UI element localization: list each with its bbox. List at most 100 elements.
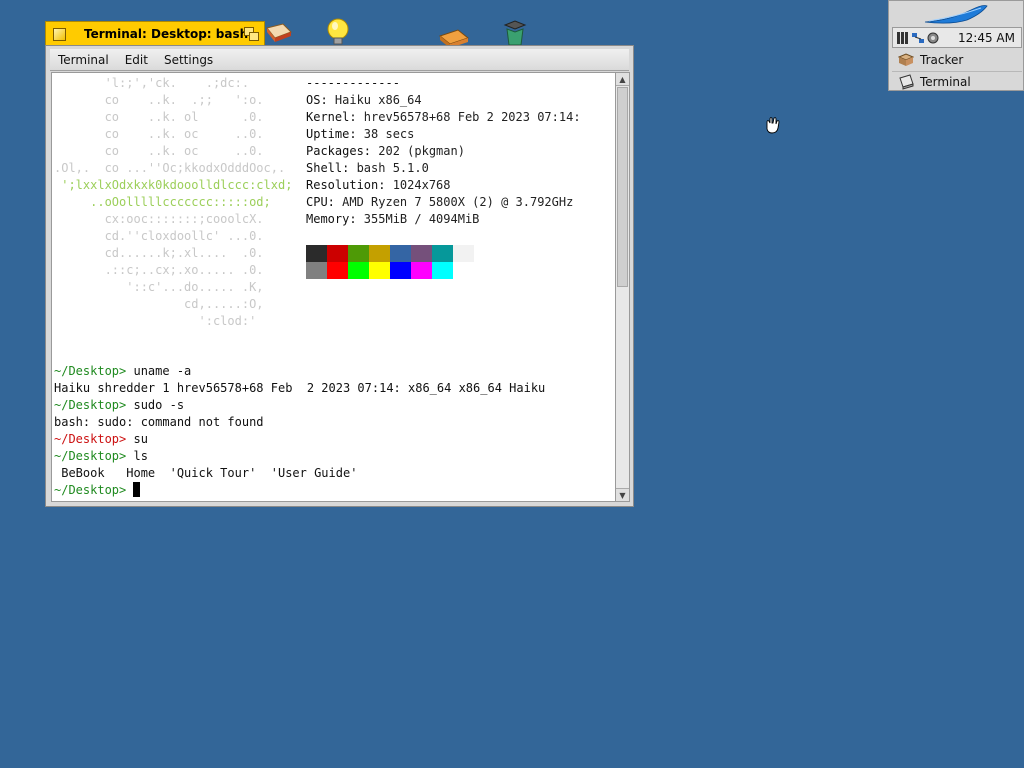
color-swatch <box>411 262 432 279</box>
network-icon[interactable] <box>911 31 925 45</box>
color-swatch <box>306 245 327 262</box>
window-title: Terminal: Desktop: bash <box>84 27 249 41</box>
deskbar-item-tracker[interactable]: Tracker <box>892 50 1022 70</box>
output-line: bash: sudo: command not found <box>54 415 264 429</box>
command-text <box>126 483 133 497</box>
color-swatch <box>390 262 411 279</box>
prompt: ~/Desktop> <box>54 398 127 412</box>
prompt: ~/Desktop> <box>54 483 127 497</box>
prompt-line: ~/Desktop> <box>54 482 545 499</box>
system-tray: 12:45 AM <box>892 27 1022 48</box>
command-text: uname -a <box>126 364 192 378</box>
output-line: Haiku shredder 1 hrev56578+68 Feb 2 2023… <box>54 381 546 395</box>
zoom-icon[interactable] <box>244 27 259 41</box>
tracker-icon <box>898 53 914 66</box>
info-key: Kernel: <box>306 110 357 124</box>
prompt: ~/Desktop> <box>54 364 127 378</box>
info-row: Kernel: hrev56578+68 Feb 2 2023 07:14: <box>306 109 581 126</box>
deskbar-item-label: Tracker <box>920 53 964 67</box>
clock[interactable]: 12:45 AM <box>958 31 1015 45</box>
info-key: Resolution: <box>306 178 386 192</box>
ascii-line: cd......k;.xl.... .0. <box>54 246 264 260</box>
vertical-scrollbar[interactable]: ▲ ▼ <box>616 72 630 502</box>
info-value: 355MiB / 4094MiB <box>356 212 480 226</box>
window-tab[interactable]: Terminal: Desktop: bash <box>45 21 265 46</box>
color-swatch <box>411 245 432 262</box>
scroll-thumb[interactable] <box>617 87 628 287</box>
info-value: 38 secs <box>356 127 415 141</box>
system-info: ------------- OS: Haiku x86_64 Kernel: hre… <box>306 75 581 228</box>
ascii-line: .::c;..cx;.xo..... .0. <box>54 263 264 277</box>
command-history: ~/Desktop> uname -a Haiku shredder 1 hrev… <box>54 363 545 499</box>
ascii-line: co ..k. oc ..0. <box>54 144 264 158</box>
command-text: sudo -s <box>126 398 185 412</box>
color-swatch <box>348 245 369 262</box>
info-value: 202 (pkgman) <box>371 144 465 158</box>
quick-tour-desktop-icon[interactable] <box>322 16 354 48</box>
scroll-down-arrow-icon[interactable]: ▼ <box>616 488 629 501</box>
info-row: OS: Haiku x86_64 <box>306 92 581 109</box>
ascii-line: ':clod:' <box>54 314 257 328</box>
menu-bar: Terminal Edit Settings <box>50 49 629 71</box>
color-swatch <box>390 245 411 262</box>
ascii-line: .Ol,. co ...''Oc;kkodxOdddOoc,. <box>54 161 286 175</box>
media-icon[interactable] <box>926 31 940 45</box>
menu-edit[interactable]: Edit <box>117 53 156 67</box>
output-line: BeBook Home 'Quick Tour' 'User Guide' <box>54 466 358 480</box>
command-text: ls <box>126 449 148 463</box>
ascii-line: co ..k. ol .0. <box>54 110 264 124</box>
info-separator: ------------- <box>306 76 400 90</box>
ascii-line: cd.''cloxdoollc' ...0. <box>54 229 264 243</box>
close-button[interactable] <box>53 27 66 41</box>
info-value: hrev56578+68 Feb 2 2023 07:14: <box>356 110 581 124</box>
ascii-line: ';lxxlxOdxkxk0kdooolldlccc:clxd; <box>54 178 293 192</box>
terminal-window: Terminal Edit Settings 'l:;','ck. .;dc:.… <box>45 45 634 507</box>
info-key: Shell: <box>306 161 350 175</box>
color-swatches <box>306 245 474 279</box>
deskbar-item-label: Terminal <box>920 75 971 89</box>
info-value: bash 5.1.0 <box>349 161 429 175</box>
deskbar-item-terminal[interactable]: Terminal <box>892 71 1022 92</box>
prompt: ~/Desktop> <box>54 449 127 463</box>
bright-color-row <box>306 262 474 279</box>
ascii-line: 'l:;','ck. .;dc:. <box>54 76 250 90</box>
ascii-line: co ..k. .;; ':o. <box>54 93 264 107</box>
prompt: ~/Desktop> <box>54 432 127 446</box>
ascii-line: ..oOolllllccccccc:::::od; <box>54 195 271 209</box>
menu-settings[interactable]: Settings <box>156 53 221 67</box>
dark-color-row <box>306 245 474 262</box>
info-row: Shell: bash 5.1.0 <box>306 160 581 177</box>
ascii-logo: 'l:;','ck. .;dc:. co ..k. .;; ':o. co ..… <box>54 75 292 330</box>
ascii-line: co ..k. oc ..0. <box>54 127 264 141</box>
color-swatch <box>432 245 453 262</box>
color-swatch <box>327 245 348 262</box>
scroll-up-arrow-icon[interactable]: ▲ <box>616 73 629 86</box>
color-swatch <box>306 262 327 279</box>
info-row: Packages: 202 (pkgman) <box>306 143 581 160</box>
cpu-monitor-icon[interactable] <box>896 31 910 45</box>
ascii-line: cx:ooc:::::::;cooolcX. <box>54 212 264 226</box>
color-swatch <box>453 262 474 279</box>
info-value: 1024x768 <box>385 178 451 192</box>
info-row: Memory: 355MiB / 4094MiB <box>306 211 581 228</box>
ascii-line: cd,.....:O, <box>54 297 264 311</box>
color-swatch <box>348 262 369 279</box>
info-value: AMD Ryzen 7 5800X (2) @ 3.792GHz <box>334 195 574 209</box>
color-swatch <box>369 245 390 262</box>
info-key: Packages: <box>306 144 372 158</box>
prompt-line: ~/Desktop> sudo -s <box>54 397 545 414</box>
prompt-line: ~/Desktop> ls <box>54 448 545 465</box>
terminal-view[interactable]: 'l:;','ck. .;dc:. co ..k. .;; ':o. co ..… <box>51 72 616 502</box>
prompt-line: ~/Desktop> uname -a <box>54 363 545 380</box>
text-cursor[interactable] <box>133 482 141 497</box>
color-swatch <box>369 262 390 279</box>
hand-pointer-icon <box>766 117 780 134</box>
info-key: Memory: <box>306 212 357 226</box>
haiku-leaf-icon[interactable] <box>921 4 989 26</box>
menu-terminal[interactable]: Terminal <box>50 53 117 67</box>
command-text: su <box>126 432 148 446</box>
info-row: Resolution: 1024x768 <box>306 177 581 194</box>
color-swatch <box>432 262 453 279</box>
info-row: Uptime: 38 secs <box>306 126 581 143</box>
color-swatch <box>453 245 474 262</box>
